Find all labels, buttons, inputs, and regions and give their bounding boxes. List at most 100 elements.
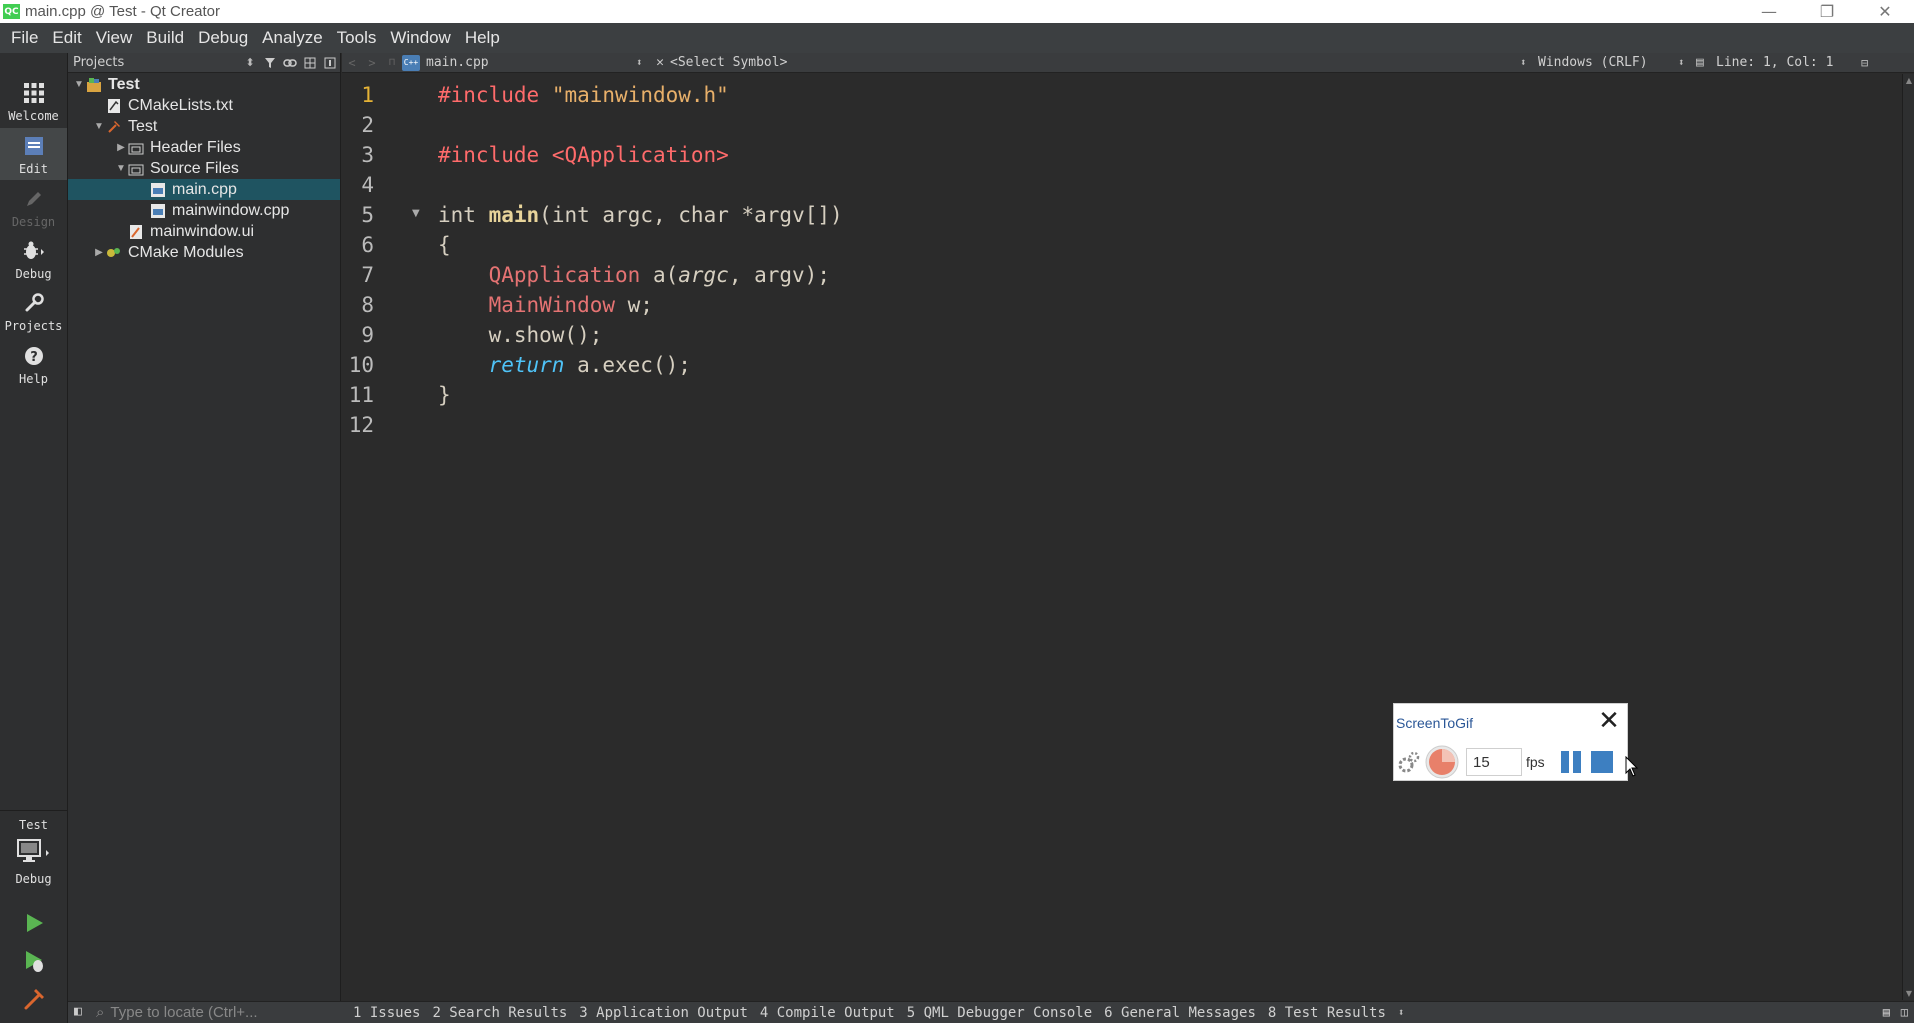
menu-build[interactable]: Build	[139, 28, 191, 48]
projects-view-selector[interactable]: Projects	[73, 55, 240, 70]
tree-item-mainwindow-ui[interactable]: mainwindow.ui	[68, 221, 340, 242]
collapsed-arrow-icon[interactable]: ▶	[114, 142, 128, 153]
line-ending-updown-icon[interactable]: ⬍	[1678, 56, 1692, 69]
tab-search-results[interactable]: 2 Search Results	[432, 1005, 567, 1021]
split-icon[interactable]	[300, 53, 320, 73]
tree-item-header-files[interactable]: ▶ Header Files	[68, 137, 340, 158]
tree-item-project-test[interactable]: ▼ Test	[68, 74, 340, 95]
toggle-output-pane-icon[interactable]: ▤	[1883, 1005, 1890, 1019]
title-bar: QC main.cpp @ Test - Qt Creator — ❐ ✕	[0, 0, 1914, 23]
tree-item-main-cpp[interactable]: main.cpp	[68, 179, 340, 200]
mode-projects-label: Projects	[4, 319, 63, 333]
more-tabs-updown-icon[interactable]: ⬍	[1398, 1006, 1405, 1019]
tab-general-messages[interactable]: 6 General Messages	[1104, 1005, 1256, 1021]
mode-edit[interactable]: Edit	[0, 128, 67, 180]
line-number: 10	[348, 353, 374, 377]
tab-application-output[interactable]: 3 Application Output	[579, 1005, 748, 1021]
project-icon	[86, 77, 102, 93]
minimize-button[interactable]: —	[1740, 0, 1798, 23]
fold-arrow-icon[interactable]: ▼	[412, 208, 420, 219]
menu-tools[interactable]: Tools	[330, 28, 384, 48]
tab-issues[interactable]: 1 Issues	[353, 1005, 420, 1021]
resize-grip-icon[interactable]: ◫	[1901, 1005, 1908, 1019]
projects-toolbar: Projects ⬍	[68, 53, 340, 73]
menu-edit[interactable]: Edit	[45, 28, 88, 48]
selector-updown-icon[interactable]: ⬍	[240, 53, 260, 73]
collapsed-arrow-icon[interactable]: ▶	[92, 247, 106, 258]
expanded-arrow-icon[interactable]: ▼	[72, 79, 86, 90]
tab-qml-debugger-console[interactable]: 5 QML Debugger Console	[907, 1005, 1092, 1021]
tree-item-cmakelists[interactable]: CMakeLists.txt	[68, 95, 340, 116]
tab-compile-output[interactable]: 4 Compile Output	[760, 1005, 895, 1021]
close-document-icon[interactable]: ✕	[650, 55, 670, 70]
tree-item-mainwindow-cpp[interactable]: mainwindow.cpp	[68, 200, 340, 221]
run-icon[interactable]	[20, 909, 48, 937]
expanded-arrow-icon[interactable]: ▼	[92, 121, 106, 132]
symbol-selector[interactable]: <Select Symbol>	[670, 55, 1520, 70]
bug-icon	[20, 237, 48, 265]
forward-arrow-icon[interactable]: >	[362, 56, 382, 70]
menu-debug[interactable]: Debug	[191, 28, 255, 48]
tree-item-cmake-modules[interactable]: ▶ CMake Modules	[68, 242, 340, 263]
tree-item-source-files[interactable]: ▼ Source Files	[68, 158, 340, 179]
split-editor-icon[interactable]: ⊟	[1861, 56, 1877, 70]
fps-value: 15	[1473, 753, 1490, 771]
tree-item-label: Test	[108, 75, 140, 93]
document-selector[interactable]: main.cpp	[426, 55, 636, 70]
record-button[interactable]	[1424, 744, 1460, 780]
scroll-down-arrow-icon[interactable]: ▼	[1903, 989, 1914, 998]
stop-icon[interactable]	[1589, 748, 1615, 776]
gear-icon[interactable]	[1396, 748, 1422, 776]
expanded-arrow-icon[interactable]: ▼	[114, 163, 128, 174]
pause-icon[interactable]	[1559, 748, 1583, 776]
close-window-button[interactable]: ✕	[1856, 0, 1914, 23]
tree-item-target-test[interactable]: ▼ Test	[68, 116, 340, 137]
fps-label: fps	[1526, 754, 1545, 770]
lock-icon: ⊓	[388, 57, 396, 68]
ui-file-icon	[128, 224, 144, 240]
screentogif-controls: 15 fps	[1396, 744, 1615, 780]
code-line-3: #include <QApplication>	[438, 143, 729, 167]
mode-welcome[interactable]: Welcome	[0, 75, 67, 127]
code-line-5: int main(int argc, char *argv[])	[438, 203, 843, 227]
vertical-scrollbar[interactable]: ▲ ▼	[1902, 74, 1914, 1000]
cmake-modules-icon	[106, 245, 122, 261]
window-controls: — ❐ ✕	[1740, 0, 1914, 23]
close-pane-icon[interactable]	[320, 53, 340, 73]
line-ending-selector[interactable]: Windows (CRLF)	[1538, 55, 1678, 70]
tree-item-label: mainwindow.ui	[150, 222, 255, 240]
screentogif-close-button[interactable]: ✕	[1594, 706, 1624, 736]
menu-analyze[interactable]: Analyze	[255, 28, 329, 48]
menu-help[interactable]: Help	[458, 28, 507, 48]
menu-file[interactable]: File	[4, 28, 45, 48]
menu-view[interactable]: View	[89, 28, 140, 48]
cpp-file-icon: C++	[402, 54, 420, 71]
link-with-editor-icon[interactable]	[280, 53, 300, 73]
mode-help[interactable]: ? Help	[0, 338, 67, 390]
locator-placeholder: Type to locate (Ctrl+...	[110, 1004, 258, 1021]
mode-design[interactable]: Design	[0, 181, 67, 233]
kit-selector[interactable]: Test Debug	[0, 815, 67, 923]
line-number: 12	[348, 413, 374, 437]
code-line-1: #include "mainwindow.h"	[438, 83, 729, 107]
restore-button[interactable]: ❐	[1798, 0, 1856, 23]
toggle-sidebar-icon[interactable]: ◧	[74, 1004, 82, 1019]
locator-input[interactable]: ⌕ Type to locate (Ctrl+...	[96, 1003, 341, 1023]
cursor-position[interactable]: Line: 1, Col: 1	[1716, 55, 1861, 70]
mode-projects[interactable]: Projects	[0, 285, 67, 337]
document-selector-updown-icon[interactable]: ⬍	[636, 56, 650, 69]
build-hammer-icon[interactable]	[20, 985, 48, 1013]
code-editor[interactable]: 1 2 3 4 5 6 7 8 9 10 11 12 ▼ #include "m…	[342, 74, 1902, 1000]
tab-test-results[interactable]: 8 Test Results	[1268, 1005, 1386, 1021]
symbol-selector-updown-icon[interactable]: ⬍	[1520, 56, 1534, 69]
filter-icon[interactable]	[260, 53, 280, 73]
debug-run-icon[interactable]	[20, 947, 48, 975]
menu-window[interactable]: Window	[383, 28, 457, 48]
scroll-up-arrow-icon[interactable]: ▲	[1903, 76, 1914, 85]
kit-build-label: Debug	[15, 872, 52, 886]
back-arrow-icon[interactable]: <	[342, 56, 362, 70]
mode-debug[interactable]: Debug	[0, 233, 67, 285]
pencil-icon	[20, 185, 48, 213]
fps-input[interactable]: 15	[1466, 748, 1522, 776]
mode-help-label: Help	[19, 372, 48, 386]
